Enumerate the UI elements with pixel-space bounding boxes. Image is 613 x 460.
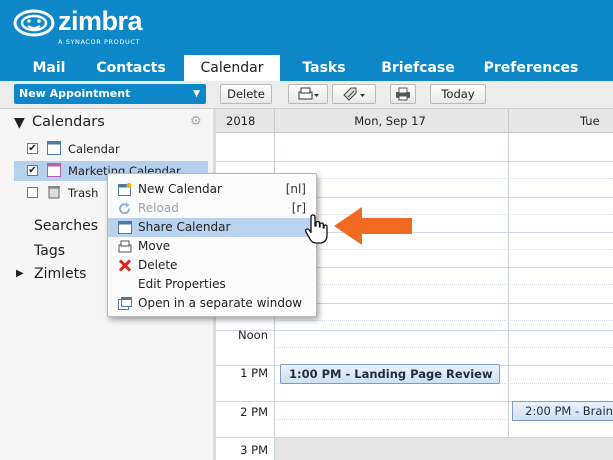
menu-item-label: Share Calendar	[138, 220, 231, 234]
trash-checkbox[interactable]	[27, 187, 38, 198]
day-header-mon[interactable]: Mon, Sep 17	[330, 114, 450, 128]
chevron-down-icon[interactable]: ▼	[193, 84, 200, 104]
tab-mail[interactable]: Mail	[18, 55, 80, 81]
menu-item-label: Open in a separate window	[138, 296, 303, 310]
day-header-tue[interactable]: Tue	[580, 114, 600, 128]
half-hour-line	[274, 320, 613, 321]
tag-icon	[343, 87, 365, 101]
new-appointment-label: New Appointment	[19, 87, 131, 100]
menu-item-share-calendar[interactable]: Share Calendar	[108, 218, 316, 237]
menu-item-label: New Calendar	[138, 182, 222, 196]
sidebar-zimlets[interactable]: Zimlets	[34, 266, 86, 282]
menu-item-label: Move	[138, 239, 171, 253]
time-label-1pm: 1 PM	[240, 366, 268, 380]
column-divider	[274, 109, 275, 133]
calendar-checkbox[interactable]: ✔	[27, 143, 38, 154]
time-label-noon: Noon	[238, 328, 268, 342]
calendar-icon	[47, 141, 61, 155]
new-appointment-button[interactable]: New Appointment ▼	[14, 84, 206, 104]
calendars-expand-icon[interactable]: ▼	[14, 115, 25, 131]
hand-cursor-icon	[304, 214, 328, 244]
menu-item-reload: Reload [r]	[108, 199, 316, 218]
menu-item-label: Edit Properties	[138, 277, 226, 291]
calendar-icon	[47, 163, 61, 177]
tag-menu-button[interactable]	[332, 84, 376, 104]
half-hour-line	[274, 284, 613, 285]
delete-button[interactable]: Delete	[220, 84, 272, 104]
menu-item-move[interactable]: Move	[108, 237, 316, 256]
new-calendar-icon	[118, 183, 132, 196]
tab-contacts[interactable]: Contacts	[88, 55, 174, 81]
menu-item-edit-properties[interactable]: Edit Properties	[108, 275, 316, 294]
print-button[interactable]	[390, 84, 416, 104]
column-divider	[508, 109, 509, 133]
share-calendar-icon	[118, 221, 132, 234]
time-label-2pm: 2 PM	[240, 405, 268, 419]
zimlets-expand-icon[interactable]: ▶	[16, 268, 24, 279]
print-menu-button[interactable]	[288, 84, 328, 104]
marketing-calendar-checkbox[interactable]: ✔	[27, 165, 38, 176]
move-icon	[118, 240, 132, 253]
event-brainstorm[interactable]: 2:00 PM - Brains	[512, 401, 613, 421]
printer-icon	[298, 87, 319, 100]
tab-calendar[interactable]: Calendar	[184, 55, 280, 81]
printer-icon	[396, 87, 410, 101]
brand-tagline: A SYNACOR PRODUCT	[58, 38, 141, 46]
half-hour-line	[274, 178, 613, 179]
column-divider	[508, 133, 509, 460]
sidebar-item-calendar[interactable]: Calendar	[68, 142, 120, 156]
menu-item-shortcut: [nl]	[285, 182, 306, 196]
calendar-year: 2018	[226, 114, 256, 128]
sidebar-searches[interactable]: Searches	[34, 218, 98, 234]
open-window-icon	[118, 297, 132, 310]
event-landing-page-review[interactable]: 1:00 PM - Landing Page Review	[280, 364, 500, 384]
sidebar-tags[interactable]: Tags	[34, 243, 65, 259]
half-hour-line	[274, 249, 613, 250]
pointer-arrow-icon	[334, 207, 412, 245]
delete-icon	[118, 259, 132, 272]
hour-line	[216, 330, 613, 331]
zimbra-logo-icon	[13, 9, 55, 37]
menu-item-delete[interactable]: Delete	[108, 256, 316, 275]
gear-icon[interactable]: ⚙	[190, 114, 202, 129]
tab-tasks[interactable]: Tasks	[288, 55, 360, 81]
context-menu: New Calendar [nl] Reload [r] Share Calen…	[107, 173, 317, 317]
trash-icon	[48, 186, 60, 199]
sidebar-item-trash[interactable]: Trash	[68, 186, 98, 200]
hour-line	[216, 161, 613, 162]
tab-briefcase[interactable]: Briefcase	[370, 55, 466, 81]
menu-item-new-calendar[interactable]: New Calendar [nl]	[108, 180, 316, 199]
time-label-3pm: 3 PM	[240, 443, 268, 457]
brand-name: zimbra	[58, 6, 143, 36]
menu-item-label: Reload	[138, 201, 179, 215]
after-hours-shade	[275, 438, 613, 460]
today-button[interactable]: Today	[430, 84, 486, 104]
calendars-header[interactable]: Calendars	[32, 114, 105, 130]
menu-item-label: Delete	[138, 258, 178, 272]
half-hour-line	[274, 347, 613, 348]
tab-preferences[interactable]: Preferences	[476, 55, 586, 81]
reload-icon	[119, 202, 130, 215]
menu-item-open-separate-window[interactable]: Open in a separate window	[108, 294, 316, 313]
